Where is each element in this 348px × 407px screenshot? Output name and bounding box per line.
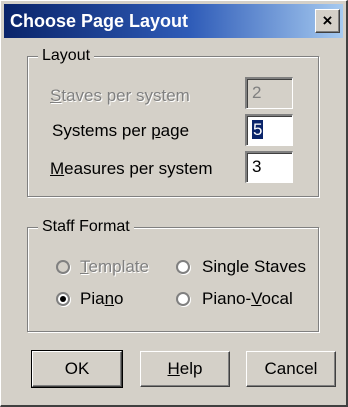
ok-button[interactable]: OK — [31, 350, 123, 388]
dialog-window: Choose Page Layout × Layout Staves per s… — [0, 0, 348, 407]
close-icon: × — [322, 11, 333, 30]
dialog-title: Choose Page Layout — [10, 11, 189, 31]
cancel-button[interactable]: Cancel — [246, 351, 336, 387]
systems-per-page-label: Systems per page — [52, 121, 190, 140]
piano-radio-label[interactable]: Piano — [80, 288, 124, 310]
piano-radio[interactable] — [56, 292, 70, 306]
title-bar[interactable]: Choose Page Layout × — [4, 4, 343, 38]
piano-vocal-radio-label[interactable]: Piano-Vocal — [202, 288, 293, 310]
radio-selected-dot — [60, 296, 66, 302]
staff-format-group: Staff Format — [27, 217, 319, 332]
piano-vocal-radio[interactable] — [176, 292, 190, 306]
close-button[interactable]: × — [315, 9, 340, 33]
layout-legend: Layout — [38, 46, 95, 66]
template-radio-label: Template — [80, 257, 149, 276]
single-staves-radio[interactable] — [176, 260, 190, 274]
template-radio — [56, 260, 70, 274]
measures-per-system-input[interactable]: 3 — [245, 151, 293, 183]
measures-per-system-label: Measures per system — [50, 159, 213, 178]
staves-per-system-label: Staves per system — [50, 86, 190, 105]
staves-per-system-input: 2 — [245, 77, 293, 109]
systems-per-page-input[interactable]: 5 — [245, 114, 293, 146]
help-button[interactable]: Help — [140, 351, 230, 387]
single-staves-radio-label[interactable]: Single Staves — [202, 256, 306, 278]
staff-format-legend: Staff Format — [38, 217, 134, 237]
